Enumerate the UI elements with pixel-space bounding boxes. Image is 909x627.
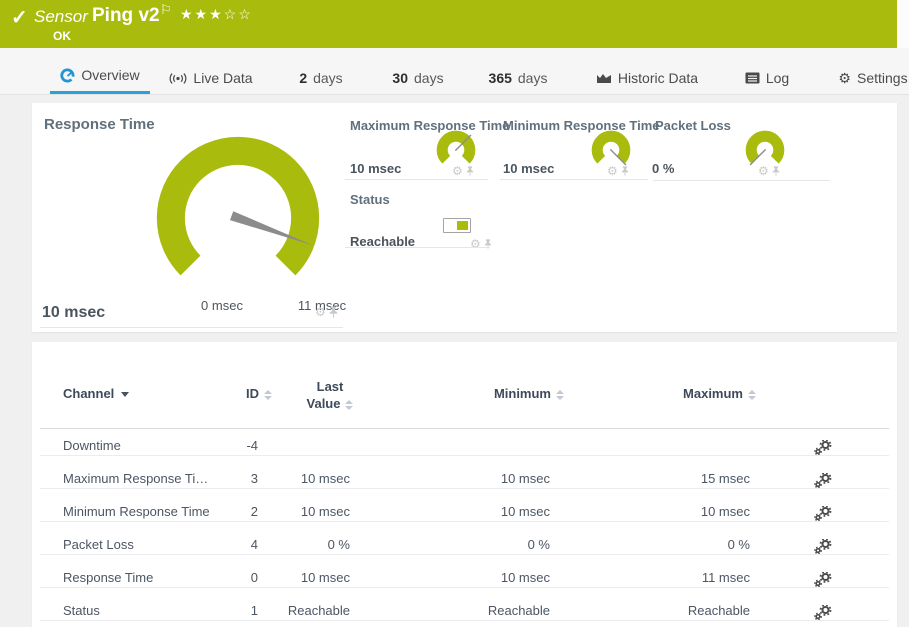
sort-desc-icon [121,392,129,397]
status-toggle-indicator[interactable] [443,218,471,233]
tab-settings[interactable]: ⚙ Settings [834,62,909,94]
edit-channel-icon[interactable] [814,504,834,520]
widget-settings-icon[interactable]: ⚙ [470,238,481,250]
pin-icon[interactable] [772,166,780,176]
widget-actions: ⚙ [452,165,474,177]
status-title: Status [350,192,390,207]
tab-label: days [313,70,343,86]
row-divider [40,554,889,555]
tab-30-days[interactable]: 30 days [388,62,448,94]
flag-icon[interactable]: ⚐ [160,2,172,18]
widget-actions: ⚙ [470,238,492,250]
area-chart-icon [596,72,612,84]
sort-icon [748,390,756,400]
widget-actions: ⚙ [607,165,629,177]
row-divider [40,488,889,489]
column-label: Value [307,396,341,411]
gauge-min-label: 0 msec [192,298,252,313]
widget-settings-icon[interactable]: ⚙ [607,165,618,177]
sort-icon [345,400,353,410]
column-header-maximum[interactable]: Maximum [650,386,756,401]
tab-label: Historic Data [618,70,698,86]
widget-divider [345,179,488,180]
response-time-value: 10 msec [42,304,105,322]
packet-loss-title: Packet Loss [655,118,731,133]
prtg-sensor-page: ✓ Sensor Ping v2 ⚐ ★★★☆☆ OK Overview Liv… [0,0,909,627]
status-check-icon: ✓ [11,5,28,30]
min-response-value: 10 msec [503,161,554,176]
sort-icon [556,390,564,400]
tab-number: 2 [299,70,307,86]
widget-divider [345,247,490,248]
tab-historic-data[interactable]: Historic Data [594,62,700,94]
tab-365-days[interactable]: 365 days [485,62,551,94]
tab-live-data[interactable]: Live Data [166,62,256,94]
tab-label: Live Data [193,70,252,86]
widget-divider [500,179,648,180]
widget-settings-icon[interactable]: ⚙ [315,306,326,318]
widget-divider [40,327,343,328]
min-response-title: Minimum Response Time [503,118,660,133]
edit-channel-icon[interactable] [814,471,834,487]
column-header-minimum[interactable]: Minimum [458,386,564,401]
tab-number: 365 [489,70,512,86]
tab-label: Log [766,70,789,86]
priority-stars[interactable]: ★★★☆☆ [180,6,253,23]
column-label: Minimum [494,386,551,401]
packet-loss-value: 0 % [652,161,674,176]
column-label: ID [246,386,259,401]
pin-icon[interactable] [466,166,474,176]
widget-settings-icon[interactable]: ⚙ [758,165,769,177]
table-header-divider [40,428,889,429]
edit-channel-icon[interactable] [814,570,834,586]
widget-actions: ⚙ [758,165,780,177]
channels-table: Channel ID Last Value Minimum Maximum Do… [32,342,897,627]
toggle-knob [457,221,468,230]
edit-channel-icon[interactable] [814,438,834,454]
sensor-type-label: Sensor [34,7,88,27]
gear-icon: ⚙ [838,71,851,85]
tab-label: Settings [857,70,908,86]
widget-divider [653,180,830,181]
tab-label: days [414,70,444,86]
column-header-last-value[interactable]: Last Value [285,378,375,412]
tab-number: 30 [392,70,408,86]
log-icon [745,72,760,84]
column-header-channel[interactable]: Channel [63,386,129,401]
pin-icon[interactable] [329,306,338,318]
column-header-id[interactable]: ID [182,386,272,401]
overview-panel: Response Time 0 msec 11 msec 10 msec ⚙ M… [32,103,897,332]
tab-bar: Overview Live Data 2 days 30 days 365 da… [0,48,909,95]
row-divider [40,620,889,621]
gauge-icon [60,68,75,83]
tab-label: Overview [81,67,139,83]
row-divider [40,521,889,522]
max-response-value: 10 msec [350,161,401,176]
column-label: Maximum [683,386,743,401]
response-time-gauge[interactable] [153,133,323,303]
response-time-title: Response Time [44,116,155,133]
tab-label: days [518,70,548,86]
widget-actions: ⚙ [315,306,338,318]
tab-2-days[interactable]: 2 days [293,62,349,94]
sensor-name: Ping v2 [92,5,160,27]
live-data-icon [169,72,187,85]
row-divider [40,455,889,456]
edit-channel-icon[interactable] [814,603,834,619]
sensor-header: ✓ Sensor Ping v2 ⚐ ★★★☆☆ OK [0,0,897,48]
row-divider [40,587,889,588]
widget-settings-icon[interactable]: ⚙ [452,165,463,177]
sensor-status-text: OK [53,29,71,43]
max-response-title: Maximum Response Time [350,118,509,133]
edit-channel-icon[interactable] [814,537,834,553]
column-label: Channel [63,386,114,401]
pin-icon[interactable] [621,166,629,176]
column-label: Last [317,379,344,394]
tab-overview[interactable]: Overview [50,59,150,94]
tab-log[interactable]: Log [740,62,794,94]
sort-icon [264,390,272,400]
